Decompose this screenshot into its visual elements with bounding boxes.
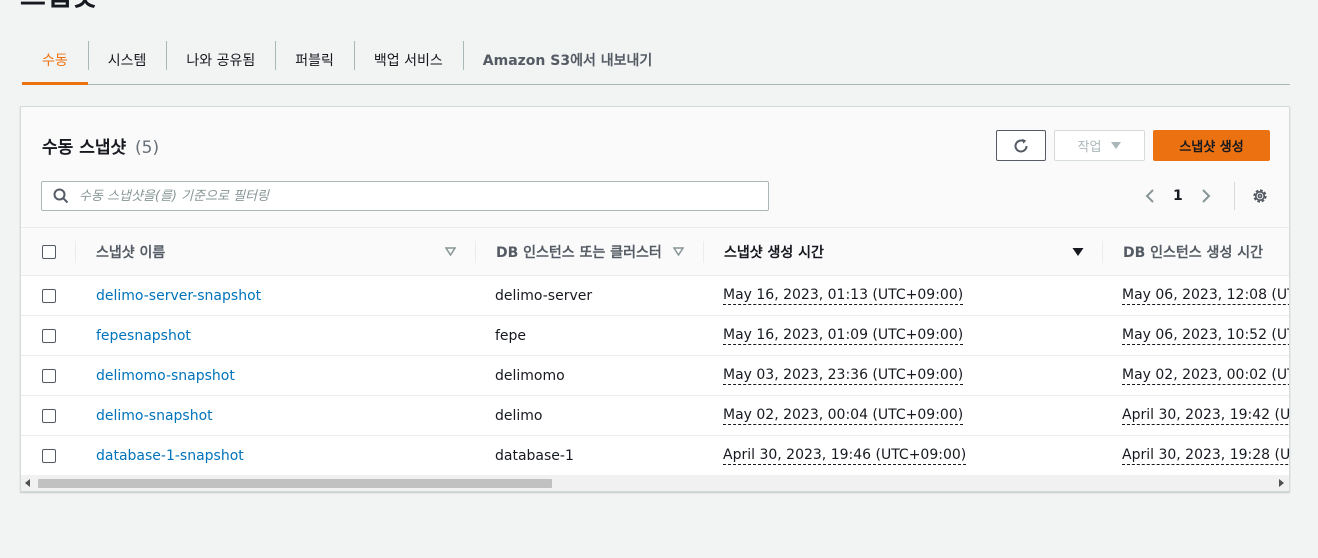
row-checkbox[interactable] bbox=[42, 329, 56, 343]
snapshot-time-text: May 16, 2023, 01:09 (UTC+09:00) bbox=[723, 326, 964, 345]
snapshot-time-cell: May 16, 2023, 01:09 (UTC+09:00) bbox=[723, 316, 964, 355]
db-instance-cell: delimo-server bbox=[495, 287, 593, 304]
actions-dropdown-button[interactable]: 작업 bbox=[1054, 130, 1145, 161]
row-checkbox[interactable] bbox=[42, 369, 56, 383]
snapshot-name-link[interactable]: delimo-snapshot bbox=[96, 396, 213, 435]
actions-label: 작업 bbox=[1077, 140, 1102, 155]
column-divider bbox=[703, 241, 704, 263]
snapshot-count: (5) bbox=[135, 138, 160, 158]
db-instance-cell: fepe bbox=[495, 327, 527, 344]
create-snapshot-button[interactable]: 스냅샷 생성 bbox=[1153, 130, 1270, 161]
snapshot-time-text: May 02, 2023, 00:04 (UTC+09:00) bbox=[723, 406, 964, 425]
column-divider bbox=[75, 241, 76, 263]
table-header: 스냅샷 이름 DB 인스턴스 또는 클러스터 스냅샷 생성 시간 DB 인스턴스… bbox=[21, 227, 1289, 276]
table-row: database-1-snapshot database-1 April 30,… bbox=[21, 436, 1289, 476]
snapshot-name-link[interactable]: fepesnapshot bbox=[96, 316, 191, 355]
scrollbar-thumb[interactable] bbox=[38, 479, 552, 488]
chevron-right-icon[interactable] bbox=[1201, 188, 1211, 204]
instance-time-text: May 06, 2023, 10:52 (UTC+ bbox=[1122, 327, 1289, 345]
table-row: delimomo-snapshot delimomo May 03, 2023,… bbox=[21, 356, 1289, 396]
refresh-icon bbox=[1014, 138, 1028, 152]
chevron-left-icon[interactable] bbox=[1145, 188, 1155, 204]
sort-icon[interactable] bbox=[673, 247, 684, 257]
snapshots-panel: 수동 스냅샷 (5) 작업 스냅샷 생성 수동 스냅샷을(를) 기준으로 필터링… bbox=[20, 106, 1290, 492]
instance-time-cell: May 06, 2023, 10:52 (UTC+ bbox=[1122, 316, 1289, 355]
tab-system[interactable]: 시스템 bbox=[87, 36, 167, 84]
snapshot-time-text: April 30, 2023, 19:46 (UTC+09:00) bbox=[723, 446, 967, 465]
tab-backup-service[interactable]: 백업 서비스 bbox=[353, 36, 463, 84]
tab-export-s3[interactable]: Amazon S3에서 내보내기 bbox=[462, 36, 672, 84]
tab-shared-with-me[interactable]: 나와 공유됨 bbox=[166, 36, 275, 84]
snapshot-name-link[interactable]: delimo-server-snapshot bbox=[96, 276, 261, 315]
sort-icon[interactable] bbox=[1072, 247, 1084, 257]
snapshot-name-link[interactable]: delimomo-snapshot bbox=[96, 356, 235, 395]
scroll-right-arrow-icon[interactable] bbox=[1278, 479, 1284, 487]
column-header-db-instance[interactable]: DB 인스턴스 또는 클러스터 bbox=[496, 228, 662, 276]
gear-icon[interactable] bbox=[1251, 187, 1269, 205]
scroll-left-arrow-icon[interactable] bbox=[25, 479, 31, 487]
db-instance-cell: delimo bbox=[495, 407, 543, 424]
caret-down-icon bbox=[1111, 141, 1122, 149]
filter-input[interactable] bbox=[77, 187, 768, 205]
instance-time-text: April 30, 2023, 19:28 (UTC bbox=[1122, 447, 1289, 465]
snapshots-table: 스냅샷 이름 DB 인스턴스 또는 클러스터 스냅샷 생성 시간 DB 인스턴스… bbox=[21, 227, 1289, 476]
table-row: fepesnapshot fepe May 16, 2023, 01:09 (U… bbox=[21, 316, 1289, 356]
pagination: 1 bbox=[1145, 186, 1211, 206]
snapshot-time-text: May 03, 2023, 23:36 (UTC+09:00) bbox=[723, 366, 964, 385]
snapshot-time-cell: April 30, 2023, 19:46 (UTC+09:00) bbox=[723, 436, 967, 475]
search-icon bbox=[53, 188, 69, 204]
instance-time-cell: May 06, 2023, 12:08 (UTC+ bbox=[1122, 276, 1289, 315]
instance-time-text: May 02, 2023, 00:02 (UTC+ bbox=[1122, 367, 1289, 385]
horizontal-scrollbar[interactable] bbox=[21, 475, 1289, 491]
row-checkbox[interactable] bbox=[42, 409, 56, 423]
snapshot-name-link[interactable]: database-1-snapshot bbox=[96, 436, 244, 475]
snapshot-time-text: May 16, 2023, 01:13 (UTC+09:00) bbox=[723, 286, 964, 305]
filter-search-box bbox=[41, 181, 769, 211]
instance-time-cell: April 30, 2023, 19:28 (UTC bbox=[1122, 436, 1289, 475]
panel-header: 수동 스냅샷 (5) 작업 스냅샷 생성 수동 스냅샷을(를) 기준으로 필터링… bbox=[21, 107, 1289, 227]
column-header-instance-time[interactable]: DB 인스턴스 생성 시간 bbox=[1123, 228, 1263, 276]
instance-time-text: May 06, 2023, 12:08 (UTC+ bbox=[1122, 287, 1289, 305]
db-instance-cell: delimomo bbox=[495, 367, 565, 384]
tab-manual[interactable]: 수동 bbox=[22, 36, 88, 85]
snapshot-time-cell: May 02, 2023, 00:04 (UTC+09:00) bbox=[723, 396, 964, 435]
row-checkbox[interactable] bbox=[42, 449, 56, 463]
db-instance-cell: database-1 bbox=[495, 447, 574, 464]
table-row: delimo-snapshot delimo May 02, 2023, 00:… bbox=[21, 396, 1289, 436]
instance-time-cell: April 30, 2023, 19:42 (UTC bbox=[1122, 396, 1289, 435]
pager-divider bbox=[1234, 182, 1235, 210]
row-checkbox[interactable] bbox=[42, 289, 56, 303]
snapshot-time-cell: May 03, 2023, 23:36 (UTC+09:00) bbox=[723, 356, 964, 395]
panel-title-text: 수동 스냅샷 bbox=[42, 138, 127, 158]
instance-time-text: April 30, 2023, 19:42 (UTC bbox=[1122, 407, 1289, 425]
column-divider bbox=[1102, 241, 1103, 263]
refresh-button[interactable] bbox=[996, 130, 1046, 161]
column-header-snapshot-name[interactable]: 스냅샷 이름 bbox=[96, 228, 165, 276]
column-divider bbox=[475, 241, 476, 263]
snapshot-time-cell: May 16, 2023, 01:13 (UTC+09:00) bbox=[723, 276, 964, 315]
sort-icon[interactable] bbox=[445, 247, 456, 257]
instance-time-cell: May 02, 2023, 00:02 (UTC+ bbox=[1122, 356, 1289, 395]
current-page-number[interactable]: 1 bbox=[1173, 188, 1183, 204]
panel-title: 수동 스냅샷 (5) bbox=[42, 133, 159, 158]
page-title: 스냅샷 bbox=[20, 0, 97, 14]
column-header-snapshot-time[interactable]: 스냅샷 생성 시간 bbox=[724, 228, 824, 276]
select-all-checkbox[interactable] bbox=[42, 245, 56, 259]
table-row: delimo-server-snapshot delimo-server May… bbox=[21, 276, 1289, 316]
tab-public[interactable]: 퍼블릭 bbox=[275, 36, 354, 84]
tab-bar: 수동 시스템 나와 공유됨 퍼블릭 백업 서비스 Amazon S3에서 내보내… bbox=[22, 36, 1290, 85]
